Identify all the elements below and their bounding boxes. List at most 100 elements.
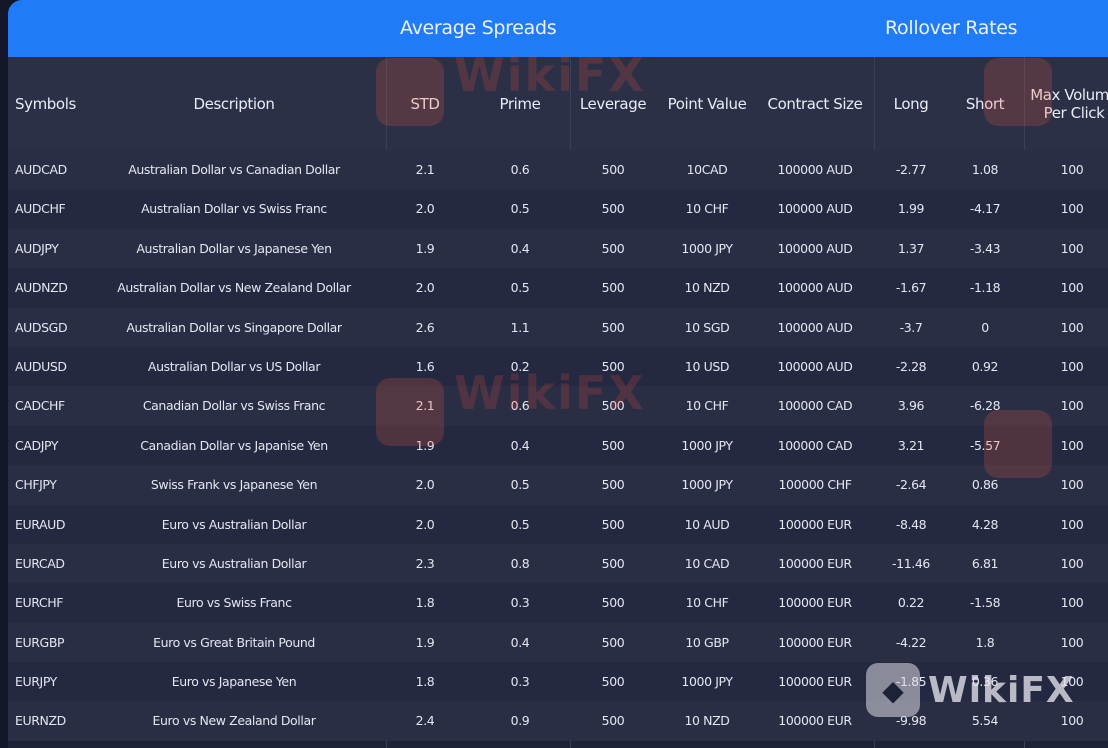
- cell-contract-size: 100000 AUD: [777, 201, 853, 217]
- cell-contract-size: 100000 EUR: [778, 634, 852, 650]
- cell-description: Euro vs Japanese Yen: [171, 674, 297, 690]
- cell-leverage: 500: [601, 634, 625, 650]
- table-row[interactable]: AUDSGD Australian Dollar vs Singapore Dol…: [8, 307, 1108, 347]
- cell-symbol: AUDNZD: [15, 280, 68, 296]
- table-row[interactable]: EURCAD Euro vs Australian Dollar 2.3 0.8 500…: [8, 543, 1108, 584]
- table-row[interactable]: EURAUD Euro vs Australian Dollar 2.0 0.5 500…: [8, 504, 1108, 544]
- cell-long: -2.64: [895, 477, 927, 493]
- col-symbols[interactable]: Symbols: [8, 57, 87, 150]
- cell-symbol: EURGBP: [15, 634, 65, 650]
- table-row[interactable]: AUDNZD Australian Dollar vs New Zealand D…: [8, 268, 1108, 308]
- cell-point-value: 10CAD: [686, 162, 728, 177]
- cell-max-volume: 100: [1060, 280, 1084, 296]
- cell-prime: 0.4: [510, 437, 530, 453]
- col-description[interactable]: Description: [88, 57, 380, 150]
- cell-max-volume: 100: [1060, 516, 1084, 532]
- cell-long: 1.37: [897, 240, 925, 256]
- col-prime[interactable]: Prime: [470, 57, 570, 150]
- col-leverage[interactable]: Leverage: [570, 57, 656, 150]
- cell-std: 1.8: [415, 595, 435, 611]
- cell-prime: 0.5: [510, 201, 530, 217]
- cell-point-value: 10 AUD: [684, 516, 730, 532]
- cell-description: Australian Dollar vs Singapore Dollar: [126, 319, 342, 335]
- cell-long: -1.67: [895, 280, 927, 296]
- cell-contract-size: 100000 EUR: [778, 713, 852, 729]
- cell-description: Euro vs Swiss Franc: [176, 595, 292, 611]
- rollover-rates-header: Rollover Rates: [885, 17, 1018, 39]
- table-row[interactable]: AUDCHF Australian Dollar vs Swiss Franc 2.…: [8, 189, 1108, 229]
- cell-contract-size: 100000 AUD: [777, 162, 853, 177]
- cell-contract-size: 100000 AUD: [777, 240, 853, 256]
- cell-std: 2.6: [415, 319, 435, 335]
- cell-symbol: EURAUD: [15, 516, 66, 532]
- cell-point-value: 10 CHF: [685, 595, 729, 611]
- cell-prime: 0.2: [510, 358, 530, 374]
- cell-point-value: 10 CHF: [685, 201, 729, 217]
- cell-prime: 0.4: [510, 634, 530, 650]
- table-row[interactable]: AUDUSD Australian Dollar vs US Dollar 1.6 0…: [8, 346, 1108, 387]
- table-row[interactable]: CHFJPY Swiss Frank vs Japanese Yen 2.0 0.5 5…: [8, 465, 1108, 505]
- col-contract-size[interactable]: Contract Size: [760, 57, 870, 150]
- table-row[interactable]: AUDCAD Australian Dollar vs Canadian Doll…: [8, 150, 1108, 190]
- cell-short: 6.81: [971, 555, 999, 571]
- cell-std: 1.9: [415, 240, 435, 256]
- cell-symbol: CADJPY: [15, 437, 59, 453]
- cell-long: -8.48: [895, 516, 927, 532]
- column-header-row: Symbols Description STD Prime Leverage P…: [8, 57, 1108, 150]
- cell-symbol: AUDJPY: [15, 240, 59, 256]
- cell-prime: 0.3: [510, 674, 530, 690]
- watermark-logo-icon: [376, 58, 444, 126]
- cell-max-volume: 100: [1060, 634, 1084, 650]
- col-long[interactable]: Long: [874, 57, 948, 150]
- cell-std: 2.4: [415, 713, 435, 729]
- cell-point-value: 1000 JPY: [681, 674, 733, 690]
- cell-prime: 0.3: [510, 595, 530, 611]
- cell-contract-size: 100000 AUD: [777, 280, 853, 296]
- table-row[interactable]: EURGBP Euro vs Great Britain Pound 1.9 0.4 5…: [8, 622, 1108, 663]
- cell-long: -2.28: [895, 358, 927, 374]
- cell-description: Australian Dollar vs Swiss Franc: [141, 201, 327, 217]
- cell-leverage: 500: [601, 713, 625, 729]
- cell-description: Euro vs Australian Dollar: [161, 516, 307, 532]
- cell-std: 2.3: [415, 555, 435, 571]
- cell-contract-size: 100000 EUR: [778, 595, 852, 611]
- cell-max-volume: 100: [1060, 595, 1084, 611]
- table-row[interactable]: CADJPY Canadian Dollar vs Japanise Yen 1.9…: [8, 425, 1108, 466]
- watermark-logo-icon: [376, 378, 444, 446]
- cell-description: Australian Dollar vs New Zealand Dollar: [117, 280, 351, 296]
- cell-symbol: EURCHF: [15, 595, 64, 611]
- cell-short: -3.43: [969, 240, 1001, 256]
- cell-prime: 0.5: [510, 477, 530, 493]
- cell-prime: 0.6: [510, 398, 530, 414]
- wikifx-badge-text: WikiFX: [928, 669, 1075, 711]
- table-row[interactable]: EURCHF Euro vs Swiss Franc 1.8 0.3 500 10 CHF…: [8, 583, 1108, 623]
- cell-point-value: 10 USD: [684, 358, 730, 374]
- cell-point-value: 10 CAD: [684, 555, 730, 571]
- table-row[interactable]: CADCHF Canadian Dollar vs Swiss Franc 2.1 0…: [8, 386, 1108, 426]
- cell-short: -1.58: [969, 595, 1001, 611]
- cell-max-volume: 100: [1060, 358, 1084, 374]
- cell-std: 1.8: [415, 674, 435, 690]
- cell-std: 2.0: [415, 280, 435, 296]
- table-row[interactable]: AUDJPY Australian Dollar vs Japanese Yen 1…: [8, 228, 1108, 269]
- cell-symbol: EURNZD: [15, 713, 66, 729]
- cell-leverage: 500: [601, 477, 625, 493]
- cell-max-volume: 100: [1060, 555, 1084, 571]
- cell-leverage: 500: [601, 280, 625, 296]
- cell-std: 2.0: [415, 516, 435, 532]
- cell-leverage: 500: [601, 240, 625, 256]
- cell-prime: 0.8: [510, 555, 530, 571]
- cell-description: Canadian Dollar vs Japanise Yen: [140, 437, 328, 453]
- col-point-value[interactable]: Point Value: [660, 57, 754, 150]
- average-spreads-header: Average Spreads: [400, 17, 557, 39]
- cell-short: 0: [981, 319, 989, 335]
- cell-prime: 0.6: [510, 162, 530, 177]
- cell-contract-size: 100000 EUR: [778, 516, 852, 532]
- cell-point-value: 1000 JPY: [681, 477, 733, 493]
- cell-short: 0.92: [971, 358, 999, 374]
- cell-leverage: 500: [601, 437, 625, 453]
- cell-contract-size: 100000 EUR: [778, 555, 852, 571]
- cell-leverage: 500: [601, 201, 625, 217]
- spreads-table: Average Spreads Rollover Rates Symbols D…: [8, 0, 1108, 748]
- cell-leverage: 500: [601, 162, 625, 177]
